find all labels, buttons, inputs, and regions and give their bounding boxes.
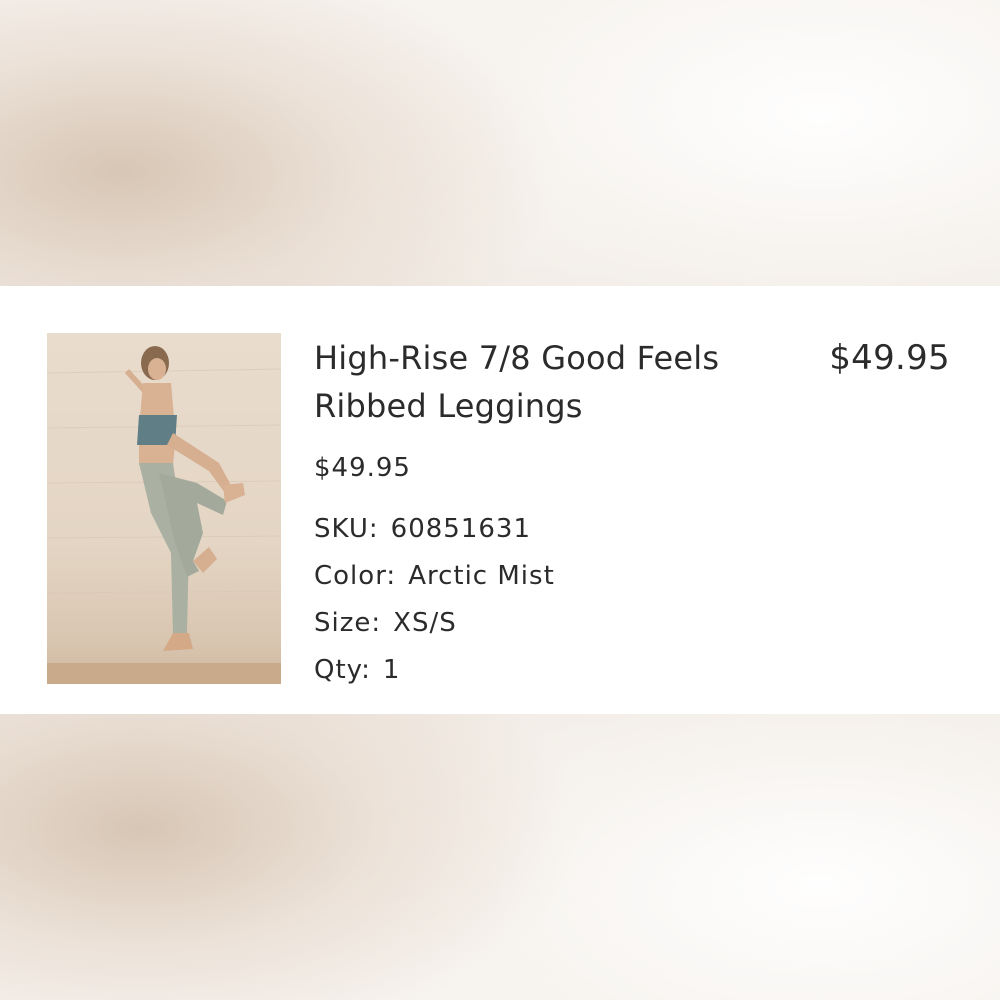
qty-value: 1: [382, 655, 401, 685]
line-total-price: $49.95: [829, 338, 950, 378]
product-details: $49.95 SKU: 60851631 Color: Arctic Mist Si…: [314, 448, 555, 694]
product-title[interactable]: High-Rise 7/8 Good Feels Ribbed Leggings: [314, 334, 784, 430]
sku-value: 60851631: [390, 514, 531, 544]
sku-row: SKU: 60851631: [314, 506, 555, 553]
sku-label: SKU:: [314, 514, 379, 544]
unit-price: $49.95: [314, 453, 411, 483]
size-row: Size: XS/S: [314, 600, 555, 647]
size-value: XS/S: [393, 608, 457, 638]
product-image[interactable]: [47, 333, 281, 684]
qty-row: Qty: 1: [314, 647, 555, 694]
qty-label: Qty:: [314, 655, 371, 685]
order-item-card: High-Rise 7/8 Good Feels Ribbed Leggings…: [0, 286, 1000, 714]
size-label: Size:: [314, 608, 382, 638]
color-label: Color:: [314, 561, 397, 591]
color-value: Arctic Mist: [408, 561, 555, 591]
color-row: Color: Arctic Mist: [314, 553, 555, 600]
blurred-background-top: [0, 0, 1000, 286]
blurred-background-bottom: [0, 714, 1000, 1000]
